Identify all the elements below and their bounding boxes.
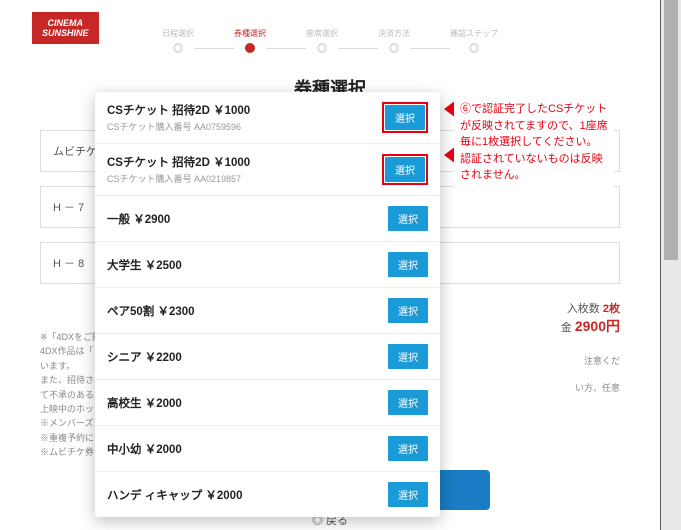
ticket-row: CSチケット 招待2D ￥1000 CSチケット購入番号 AA0759596選択 [95,92,440,144]
ticket-name: 一般 ￥2900 [107,211,388,227]
ticket-name: ハンデ ィキャップ ￥2000 [107,487,388,503]
ticket-name: CSチケット 招待2D ￥1000 [107,102,382,118]
ticket-name: シニア ￥2200 [107,349,388,365]
scrollbar-thumb[interactable] [664,0,678,260]
select-button[interactable]: 選択 [388,298,428,323]
select-button[interactable]: 選択 [388,206,428,231]
ticket-subtext: CSチケット購入番号 AA0759596 [107,120,382,133]
ticket-subtext: CSチケット購入番号 AA0219857 [107,172,382,185]
select-button[interactable]: 選択 [385,105,425,130]
ticket-row: 中小幼 ￥2000選択 [95,426,440,472]
ticket-select-modal: CSチケット 招待2D ￥1000CSチケット購入番号 AA0759596選択C… [95,92,440,517]
select-button[interactable]: 選択 [385,157,425,182]
select-button[interactable]: 選択 [388,344,428,369]
ticket-row: 大学生 ￥2500選択 [95,242,440,288]
select-button[interactable]: 選択 [388,390,428,415]
ticket-row: ペア50割 ￥2300選択 [95,288,440,334]
ticket-row: ハンデ ィキャップ ￥2000選択 [95,472,440,517]
ticket-name: 高校生 ￥2000 [107,395,388,411]
ticket-row: 高校生 ￥2000選択 [95,380,440,426]
ticket-name: 大学生 ￥2500 [107,257,388,273]
ticket-name: CSチケット 招待2D ￥1000 [107,154,382,170]
highlight-box: 選択 [382,154,428,185]
ticket-row: 一般 ￥2900選択 [95,196,440,242]
ticket-name: ペア50割 ￥2300 [107,303,388,319]
highlight-box: 選択 [382,102,428,133]
select-button[interactable]: 選択 [388,252,428,277]
scrollbar[interactable] [661,0,681,530]
ticket-row: シニア ￥2200選択 [95,334,440,380]
instruction-callout: ⑥で認証完了したCSチケットが反映されてますので、1座席毎に1枚選択してください… [454,95,614,190]
ticket-row: CSチケット 招待2D ￥1000 CSチケット購入番号 AA0219857選択 [95,144,440,196]
select-button[interactable]: 選択 [388,436,428,461]
modal-overlay: CSチケット 招待2D ￥1000CSチケット購入番号 AA0759596選択C… [0,0,640,530]
select-button[interactable]: 選択 [388,482,428,507]
close-icon[interactable] [418,72,440,94]
ticket-name: 中小幼 ￥2000 [107,441,388,457]
